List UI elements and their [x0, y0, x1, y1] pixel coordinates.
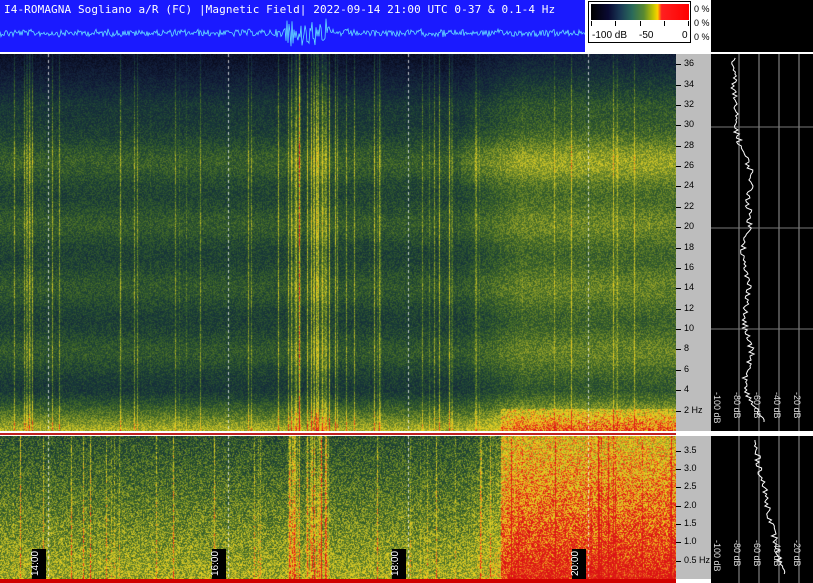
freq-top-tick [676, 349, 681, 351]
freq-top-tick [676, 104, 681, 106]
freq-bottom-label: 3.5 [684, 444, 697, 455]
colorbar-gradient [591, 4, 689, 20]
freq-bottom-tick [676, 469, 681, 470]
spectrum-bottom-db-label: -80 dB [732, 540, 742, 567]
freq-top-label: 34 [684, 78, 695, 89]
freq-top-tick [676, 125, 681, 127]
colorbar-max-label: 0 [682, 30, 688, 41]
freq-bottom-tick [676, 505, 681, 507]
colorbar-legend: -100 dB -50 0 [588, 1, 691, 43]
freq-top-label: 16 [684, 261, 695, 272]
freq-bottom-tick [676, 524, 681, 525]
freq-top-tick [676, 186, 681, 188]
spectrum-bottom-db-label: -40 dB [772, 540, 782, 567]
time-label-2000: 20:00 [570, 549, 586, 579]
chart-title: I4-ROMAGNA Sogliano a/R (FC) |Magnetic F… [4, 3, 556, 16]
freq-top-tick [676, 84, 681, 86]
freq-top-label: 6 [684, 363, 690, 374]
freq-top-tick [676, 329, 681, 331]
spectrum-top-db-label: -60 dB [752, 392, 762, 419]
freq-top-label: 28 [684, 139, 695, 150]
freq-bottom-tick [676, 487, 681, 489]
panel-separator-red [0, 433, 676, 435]
freq-top-label: 18 [684, 241, 695, 252]
percent-label-3: 0 % [694, 32, 710, 42]
freq-top-tick [676, 410, 681, 412]
freq-bottom-label: 2.0 [684, 499, 697, 510]
freq-top-tick [676, 267, 681, 269]
freq-top-label: 32 [684, 98, 695, 109]
freq-top-label: 24 [684, 180, 695, 191]
freq-top-label: 10 [684, 323, 695, 334]
freq-top-tick [676, 64, 681, 66]
percent-label-1: 0 % [694, 4, 710, 14]
freq-top-tick [676, 390, 681, 392]
time-label-1800: 18:00 [390, 549, 406, 579]
spectrum-bottom-db-label: -20 dB [792, 540, 802, 567]
percent-label-2: 0 % [694, 18, 710, 28]
header-right-panel [711, 0, 813, 52]
freq-axis-bottom: 3.5 3.0 2.5 2.0 1.5 1.0 0.5 Hz [676, 436, 711, 579]
spectrum-top-db-label: -100 dB [712, 392, 722, 424]
freq-top-tick [676, 288, 681, 290]
freq-bottom-tick [676, 542, 681, 544]
freq-axis-top: 36 34 32 30 28 26 24 22 20 18 16 14 12 10 8 6 4 2 Hz [676, 54, 711, 431]
spectrum-top-db-label: -80 dB [732, 392, 742, 419]
spectrum-bottom-db-label: -100 dB [712, 540, 722, 572]
freq-top-label: 12 [684, 302, 695, 313]
time-label-1400: 14:00 [30, 549, 46, 579]
freq-bottom-label: 0.5 Hz [684, 554, 711, 565]
freq-top-label: 14 [684, 282, 695, 293]
waveform-header: I4-ROMAGNA Sogliano a/R (FC) |Magnetic F… [0, 0, 585, 52]
freq-top-label: 4 [684, 384, 690, 395]
freq-top-label: 22 [684, 200, 695, 211]
freq-top-tick [676, 206, 681, 208]
freq-top-label: 8 [684, 343, 690, 354]
spectrum-top-db-label: -20 dB [792, 392, 802, 419]
freq-top-tick [676, 166, 681, 168]
freq-bottom-label: 3.0 [684, 463, 697, 473]
freq-top-label: 2 Hz [684, 404, 703, 415]
colorbar-min-label: -100 dB [592, 30, 628, 41]
colorbar-mid-label: -50 [639, 30, 654, 41]
time-label-1600: 16:00 [210, 549, 226, 579]
freq-top-tick [676, 145, 681, 147]
freq-bottom-label: 1.0 [684, 536, 697, 547]
freq-bottom-tick [676, 450, 681, 452]
spectrum-plot-top [711, 54, 813, 431]
freq-top-tick [676, 247, 681, 249]
spectrogram-top [0, 54, 676, 431]
freq-top-tick [676, 308, 681, 310]
freq-bottom-label: 1.5 [684, 518, 697, 528]
spectrum-top-db-label: -40 dB [772, 392, 782, 419]
freq-top-tick [676, 227, 681, 229]
freq-top-label: 26 [684, 160, 695, 171]
waveform-trace [0, 18, 585, 47]
spectrum-bottom-db-label: -60 dB [752, 540, 762, 567]
freq-top-label: 20 [684, 221, 695, 232]
freq-top-label: 30 [684, 119, 695, 130]
freq-top-tick [676, 369, 681, 371]
freq-bottom-tick [676, 560, 681, 562]
bottom-red-bar [0, 579, 676, 583]
colorbar-ticks [591, 21, 689, 27]
freq-top-label: 36 [684, 58, 695, 69]
freq-bottom-label: 2.5 [684, 481, 697, 492]
